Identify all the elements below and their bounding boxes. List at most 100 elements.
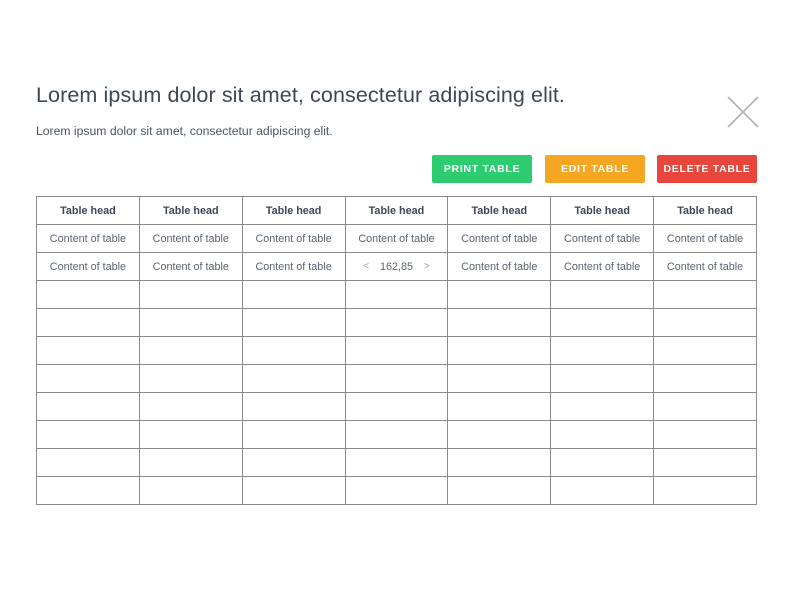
table-cell-empty [241,280,346,309]
table-cell-empty [447,448,552,477]
table-row [36,448,757,477]
table-cell-empty [447,364,552,393]
quantity-stepper: <162,85 > [350,261,444,273]
table-cell-empty [447,392,552,421]
table-cell-empty [653,336,757,365]
table-row [36,280,757,309]
table-cell: Content of table [138,224,243,253]
table-cell-empty [241,448,346,477]
page-title: Lorem ipsum dolor sit amet, consectetur … [36,83,566,107]
table-row [36,476,757,505]
table-cell-empty [550,448,655,477]
table-cell: Content of table [653,224,757,253]
table-cell-empty [550,364,655,393]
table-cell-empty [241,420,346,449]
table-cell-empty [550,392,655,421]
table-cell-empty [550,336,655,365]
table-cell-empty [550,280,655,309]
table-cell: Content of table [447,224,552,253]
table-cell-empty [344,448,449,477]
table-cell-empty [36,476,140,505]
table-cell-empty [653,476,757,505]
close-icon [726,95,760,129]
table-body: Content of table Content of table Content … [36,224,757,505]
table-cell: Content of table [550,224,655,253]
table-row [36,308,757,337]
table-cell: Content of table [344,224,449,253]
close-button[interactable] [726,95,760,129]
table-cell: Content of table [36,252,140,281]
table-cell-empty [344,364,449,393]
stepper-increment-icon[interactable]: > [424,261,430,272]
action-button-bar: PRINT TABLE EDIT TABLE DELETE TABLE [432,155,757,183]
table-header-cell: Table head [550,196,655,225]
table-cell-empty [36,280,140,309]
stepper-value: 162,85 [379,260,413,273]
table-cell-empty [138,308,243,337]
table-cell-empty [241,476,346,505]
table-header-cell: Table head [447,196,552,225]
table-cell: Content of table [138,252,243,281]
table-cell-empty [447,308,552,337]
delete-table-button[interactable]: DELETE TABLE [657,155,757,183]
table-header-cell: Table head [344,196,449,225]
table-cell-empty [36,336,140,365]
table-cell-empty [653,448,757,477]
table-cell-empty [653,392,757,421]
table-cell-empty [241,392,346,421]
table-header: Table head Table head Table head Table head… [36,196,757,225]
table-cell-empty [447,336,552,365]
table-cell: Content of table [653,252,757,281]
table-cell-empty [447,420,552,449]
table-cell: Content of table [447,252,552,281]
table-header-cell: Table head [36,196,140,225]
table-cell-empty [344,280,449,309]
stepper-cell: <162,85 > [344,252,449,281]
table-row [36,336,757,365]
table-cell-empty [36,448,140,477]
edit-table-button[interactable]: EDIT TABLE [545,155,645,183]
data-table: Table head Table head Table head Table head… [36,196,757,505]
table-cell-empty [653,308,757,337]
table-cell-empty [344,308,449,337]
table-cell: Content of table [241,224,346,253]
print-table-button[interactable]: PRINT TABLE [432,155,532,183]
table-cell-empty [550,420,655,449]
table-cell-empty [653,280,757,309]
table-cell: Content of table [550,252,655,281]
table-row [36,392,757,421]
table-cell: Content of table [36,224,140,253]
table-cell-empty [138,336,243,365]
table-cell: Content of table [241,252,346,281]
table-cell-empty [138,420,243,449]
table-row [36,420,757,449]
table-cell-empty [344,392,449,421]
table-cell-empty [344,420,449,449]
table-header-row: Table head Table head Table head Table head… [36,196,757,225]
table-header-cell: Table head [241,196,346,225]
table-cell-empty [653,420,757,449]
stepper-decrement-icon[interactable]: < [363,261,369,272]
table-header-cell: Table head [653,196,757,225]
table-cell-empty [138,364,243,393]
table-cell-empty [36,392,140,421]
table-row: Content of table Content of table Content … [36,252,757,281]
table-cell-empty [344,336,449,365]
table-cell-empty [36,308,140,337]
table-cell-empty [138,476,243,505]
table-header-cell: Table head [138,196,243,225]
table-cell-empty [241,308,346,337]
table-cell-empty [36,364,140,393]
table-cell-empty [550,308,655,337]
table-cell-empty [447,280,552,309]
table-cell-empty [550,476,655,505]
table-cell-empty [138,448,243,477]
table-row [36,364,757,393]
table-row: Content of table Content of table Content … [36,224,757,253]
table-cell-empty [241,336,346,365]
table-cell-empty [138,280,243,309]
table-cell-empty [241,364,346,393]
table-cell-empty [344,476,449,505]
table-cell-empty [447,476,552,505]
table-cell-empty [138,392,243,421]
